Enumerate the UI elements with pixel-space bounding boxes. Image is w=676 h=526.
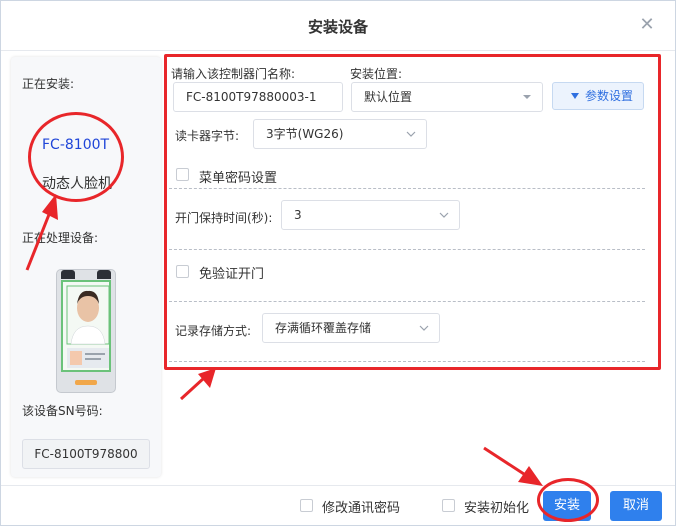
annotation-arrows	[25, 194, 543, 486]
